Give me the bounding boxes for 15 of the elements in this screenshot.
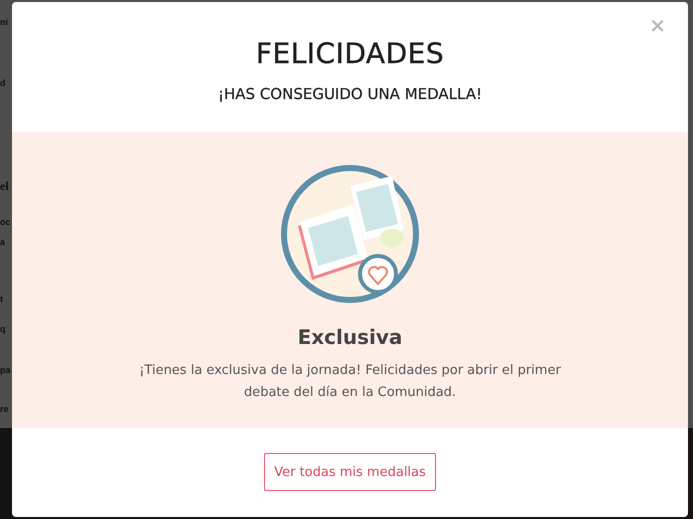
modal-subtitle: ¡HAS CONSEGUIDO UNA MEDALLA! bbox=[218, 84, 482, 104]
medal-name: Exclusiva bbox=[298, 324, 402, 350]
background-text: ni bbox=[0, 18, 9, 27]
medal-description: ¡Tienes la exclusiva de la jornada! Felicidades por abrir el primer debate del día en la Comunidad. bbox=[138, 362, 562, 402]
background-text: a bbox=[0, 238, 6, 247]
medal-icon bbox=[280, 164, 420, 304]
background-text: d bbox=[0, 79, 6, 88]
view-medals-button[interactable]: Ver todas mis medallas bbox=[264, 453, 436, 491]
background-text: oc bbox=[0, 218, 12, 227]
background-text: t bbox=[0, 295, 4, 304]
background-text: re bbox=[0, 405, 10, 414]
modal-title: FELICIDADES bbox=[256, 36, 444, 72]
background-text: pa bbox=[0, 366, 12, 375]
background-text: el bbox=[0, 180, 10, 192]
background-text: q bbox=[0, 325, 6, 334]
